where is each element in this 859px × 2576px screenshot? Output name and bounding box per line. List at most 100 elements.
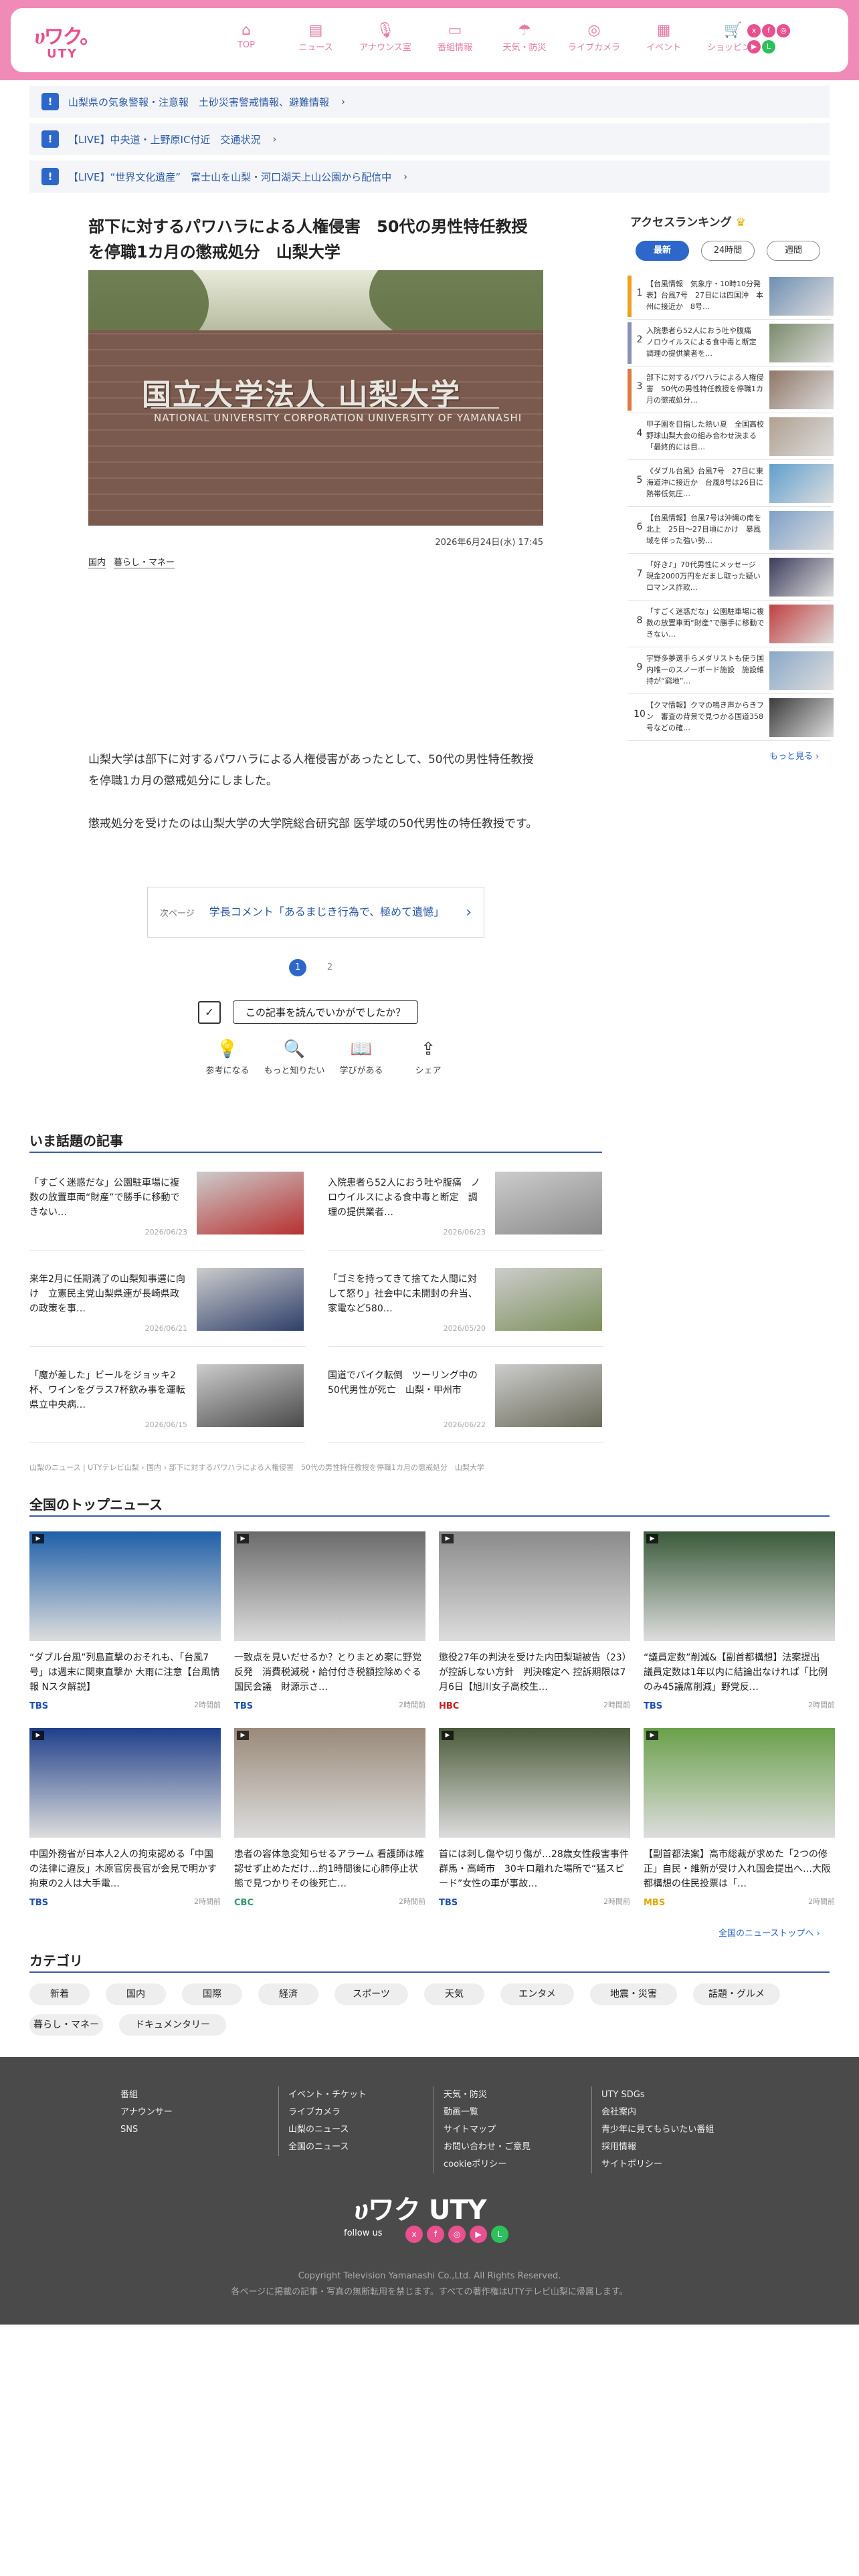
footer-link[interactable]: UTY SDGs — [601, 2086, 714, 2104]
category-chip[interactable]: 経済 — [258, 1983, 318, 2005]
x-icon[interactable]: x — [747, 24, 761, 37]
alert-fuji-live[interactable]: ! 【LIVE】“世界文化遺産” 富士山を山梨・河口湖天上山公園から配信中 › — [29, 160, 830, 193]
hot-article[interactable]: 「ゴミを持ってきて捨てた人間に対して怒り」社会中に未開封の弁当、家電など580…… — [328, 1268, 603, 1347]
footer-link[interactable]: 採用情報 — [601, 2139, 714, 2156]
topnews-item[interactable]: ▶ 首には刺し傷や切り傷が…28歳女性殺害事件 群馬・高崎市 30キロ離れた場所で… — [439, 1728, 630, 1908]
footer-link[interactable]: 動画一覧 — [444, 2104, 531, 2121]
footer-link[interactable]: 番組 — [120, 2086, 173, 2104]
facebook-icon[interactable]: f — [762, 24, 775, 37]
ranking-item[interactable]: 3 部下に対するパワハラによる人権侵害 50代の男性特任教授を停職1カ月の懲戒処分… — [628, 368, 834, 413]
nav-announcers[interactable]: 🎙 アナウンス室 — [351, 21, 420, 53]
footer-link[interactable]: アナウンサー — [120, 2104, 173, 2121]
tab-latest[interactable]: 最新 — [636, 241, 689, 261]
topnews-item[interactable]: ▶ 一致点を見いだせるか？とりまとめ案に野党反発 消費税減税・給付付き税額控除めぐ… — [234, 1531, 425, 1711]
tab-weekly[interactable]: 週間 — [767, 241, 820, 261]
footer-link[interactable]: cookieポリシー — [444, 2156, 531, 2173]
hot-article[interactable]: 「すごく迷惑だな」公園駐車場に複数の放置車両“財産”で勝手に移動できない… 202… — [29, 1172, 305, 1251]
site-logo[interactable]: ሀワク。 UTY — [35, 20, 102, 63]
nav-news[interactable]: ▤ ニュース — [281, 21, 351, 53]
ranking-item[interactable]: 9 宇野多夢選手らメダリストも使う国内唯一のスノーボード施設 施設維持が“窮地”… — [628, 649, 834, 694]
ranking-item[interactable]: 10 【クマ情報】クマの鳴き声からきフン 審査の背景で見つかる国道358号などの確… — [628, 695, 834, 741]
nav-events[interactable]: ▦ イベント — [629, 21, 698, 53]
hot-article[interactable]: 「魔が差した」ビールをジョッキ2杯、ワインをグラス7杯飲み事を運転 県立中央病…… — [29, 1364, 305, 1443]
footer-link[interactable]: SNS — [120, 2121, 173, 2139]
footer-link[interactable]: サイトマップ — [444, 2121, 531, 2139]
share-icon: ⇪ — [421, 1039, 436, 1059]
footer-link[interactable]: サイトポリシー — [601, 2156, 714, 2173]
hot-article[interactable]: 国道でバイク転倒 ツーリング中の50代男性が死亡 山梨・甲州市 2026/06/2… — [328, 1364, 603, 1443]
nav-weather[interactable]: ☂ 天気・防災 — [490, 21, 559, 53]
category-chip[interactable]: 天気 — [424, 1983, 484, 2005]
x-icon[interactable]: x — [405, 2226, 423, 2243]
topnews-item[interactable]: ▶ “ダブル台風”列島直撃のおそれも、「台風7号」は週末に関東直撃か 大雨に注意【… — [29, 1531, 221, 1711]
category-chip[interactable]: 国際 — [182, 1983, 242, 2005]
footer-link[interactable]: 全国のニュース — [288, 2139, 367, 2156]
rank-bar — [628, 369, 632, 411]
topnews-item[interactable]: ▶ 懲役27年の判決を受けた内田梨瑚被告（23）が控訴しない方針 判決確定へ 控訴… — [439, 1531, 630, 1711]
category-chip[interactable]: エンタメ — [500, 1983, 574, 2005]
facebook-icon[interactable]: f — [427, 2226, 444, 2243]
alert-weather[interactable]: ! 山梨県の気象警報・注意報 土砂災害警戒情報、避難情報 › — [29, 86, 830, 118]
footer-link[interactable]: 天気・防災 — [444, 2086, 531, 2104]
nav-top[interactable]: ⌂ TOP — [211, 21, 281, 53]
nav-livecam[interactable]: ◎ ライブカメラ — [559, 21, 629, 53]
footer-link[interactable]: イベント・チケット — [288, 2086, 367, 2104]
ranking-item[interactable]: 4 甲子園を目指した熱い夏 全国高校野球山梨大会の組み合わせ決まる「最終的には目… — [628, 415, 834, 460]
page-1[interactable]: 1 — [289, 959, 306, 976]
ranking-item[interactable]: 7 「好き♪」70代男性にメッセージ 現金2000万円をだまし取った疑い ロマンス… — [628, 555, 834, 601]
line-icon[interactable]: L — [762, 40, 775, 53]
page-2[interactable]: 2 — [321, 959, 339, 976]
topnews-title: 全国のトップニュース — [29, 1497, 163, 1513]
ranking-item[interactable]: 1 【台風情報 気象庁・10時10分発表】台風7号 27日には四国沖 本州に接近か… — [628, 274, 834, 320]
topnews-more-link[interactable]: 全国のニューストップへ › — [719, 1926, 820, 1939]
category-chip[interactable]: 暮らし・マネー — [29, 2014, 103, 2036]
category-chip[interactable]: 話題・グルメ — [693, 1983, 780, 2005]
category-chip[interactable]: スポーツ — [335, 1983, 408, 2005]
nav-label: ニュース — [298, 43, 333, 53]
topnews-item[interactable]: ▶ 【副首都法案】高市総裁が求めた「2つの修正」自民・維新が受け入れ国会提出へ…大… — [644, 1728, 835, 1908]
youtube-icon[interactable]: ▶ — [470, 2226, 487, 2243]
instagram-icon[interactable]: ◎ — [448, 2226, 466, 2243]
topnews-item[interactable]: ▶ “議員定数”削減&【副首都構想】法案提出 議員定数は1年以内に結論出なければ「… — [644, 1531, 835, 1711]
magnifier-icon: 🔍 — [283, 1039, 306, 1059]
instagram-icon[interactable]: ◎ — [777, 24, 790, 37]
ranking-item[interactable]: 6 【台風情報】台風7号は沖縄の南を北上 25日〜27日頃にかけ 暴風域を伴った強… — [628, 508, 834, 554]
topnews-item[interactable]: ▶ 中国外務省が日本人2人の拘束認める「中国の法律に違反」木原官房長官が会見で明か… — [29, 1728, 221, 1908]
rank-text: 《ダブル台風》台風7号 27日に東海道沖に接近か 台風8号は26日に熱帯低気圧… — [646, 467, 763, 498]
hot-article[interactable]: 入院患者ら52人におう吐や腹痛 ノロウイルスによる食中毒と断定 調理の提供業者…… — [328, 1172, 603, 1251]
youtube-icon[interactable]: ▶ — [747, 40, 761, 53]
reaction-share[interactable]: ⇪ シェア — [395, 1039, 462, 1076]
rank-text: 【台風情報 気象庁・10時10分発表】台風7号 27日には四国沖 本州に接近か … — [646, 280, 763, 311]
footer-link[interactable]: 会社案内 — [601, 2104, 714, 2121]
line-icon[interactable]: L — [491, 2226, 508, 2243]
category-chip[interactable]: 新着 — [29, 1983, 90, 2005]
nav-programs[interactable]: ▭ 番組情報 — [420, 21, 490, 53]
reaction-more[interactable]: 🔍 もっと知りたい — [261, 1039, 328, 1076]
footer-link[interactable]: 青少年に見てもらいたい番組 — [601, 2121, 714, 2139]
footer-link[interactable]: ライブカメラ — [288, 2104, 367, 2121]
next-page-link[interactable]: 次ページ 学長コメント「あるまじき行為で、極めて遺憾」 › — [147, 887, 484, 938]
footer-link[interactable]: 山梨のニュース — [288, 2121, 367, 2139]
hot-article[interactable]: 来年2月に任期満了の山梨知事選に向け 立憲民主党山梨県連が長崎県政の政策を事… 2… — [29, 1268, 305, 1347]
ranking-more-link[interactable]: もっと見る › — [769, 749, 819, 762]
alert-traffic[interactable]: ! 【LIVE】中央道・上野原IC付近 交通状況 › — [29, 123, 830, 155]
tag-link[interactable]: 国内 — [88, 558, 106, 568]
category-chip[interactable]: 地震・災害 — [590, 1983, 677, 2005]
tab-24h[interactable]: 24時間 — [701, 241, 755, 261]
alert-icon: ! — [41, 130, 59, 148]
tag-link[interactable]: 暮らし・マネー — [114, 558, 175, 568]
topnews-time: 2時間前 — [399, 1701, 425, 1709]
rank-thumbnail — [769, 511, 834, 550]
footer-link[interactable]: お問い合わせ・ご意見 — [444, 2139, 531, 2156]
ranking-item[interactable]: 8 「すごく迷惑だな」公園駐車場に複数の放置車両“財産”で勝手に移動できない… — [628, 602, 834, 647]
topnews-item[interactable]: ▶ 患者の容体急変知らせるアラーム 看護師は確認せず止めただけ…約1時間後に心肺停… — [234, 1728, 425, 1908]
footer-logo[interactable]: ሀワク UTY — [355, 2188, 487, 2227]
category-chip[interactable]: 国内 — [106, 1983, 166, 2005]
reaction-learn[interactable]: 📖 学びがある — [328, 1039, 395, 1076]
ranking-item[interactable]: 2 入院患者ら52人におう吐や腹痛 ノロウイルスによる食中毒と断定 調理の提供業者… — [628, 321, 834, 366]
reaction-helpful[interactable]: 💡 参考になる — [194, 1039, 261, 1076]
ranking-item[interactable]: 5 《ダブル台風》台風7号 27日に東海道沖に接近か 台風8号は26日に熱帯低気圧… — [628, 461, 834, 507]
hot-section-title: いま話題の記事 — [29, 1133, 123, 1149]
breadcrumb[interactable]: 山梨のニュース | UTYテレビ山梨 › 国内 › 部下に対するパワハラによる人… — [29, 1462, 484, 1473]
category-chip[interactable]: ドキュメンタリー — [119, 2014, 226, 2036]
